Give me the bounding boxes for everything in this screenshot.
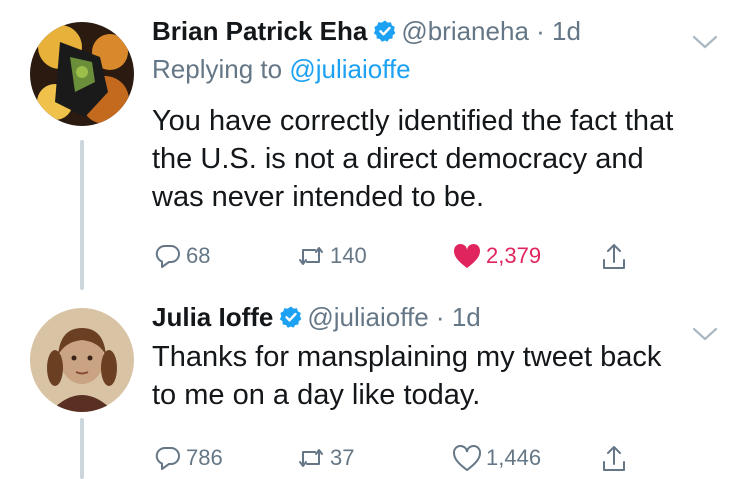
like-button[interactable]: 2,379	[452, 242, 541, 270]
handle[interactable]: @juliaioffe	[307, 302, 428, 332]
tweet-text: Thanks for mansplaining my tweet back to…	[152, 338, 730, 414]
avatar[interactable]	[30, 22, 134, 126]
tweet-brian[interactable]: Brian Patrick Eha @brianeha · 1d Replying…	[0, 0, 750, 290]
replying-to-link[interactable]: @juliaioffe	[289, 54, 410, 84]
tweet-header: Brian Patrick Eha @brianeha · 1d	[152, 16, 730, 54]
reply-icon	[155, 244, 180, 268]
retweet-count: 37	[330, 445, 355, 470]
tweet-text-line: Thanks for mansplaining my tweet back	[152, 341, 662, 373]
share-icon	[603, 446, 625, 471]
like-icon	[453, 243, 481, 268]
reply-button[interactable]: 68	[154, 242, 210, 270]
tweet-actions: 68 140 2,379	[152, 242, 730, 276]
tweet-julia[interactable]: Julia Ioffe @juliaioffe · 1d Thanks for m…	[0, 290, 750, 479]
replying-to: Replying to @juliaioffe	[152, 54, 730, 94]
share-button[interactable]	[600, 444, 628, 474]
like-count: 1,446	[486, 445, 542, 470]
tweet-text: You have correctly identified the fact t…	[152, 102, 730, 216]
like-button[interactable]: 1,446	[452, 444, 541, 472]
retweet-icon	[299, 247, 323, 265]
timestamp[interactable]: 1d	[552, 16, 581, 46]
share-icon	[603, 244, 625, 269]
verified-icon	[373, 19, 397, 50]
separator-dot: ·	[536, 16, 545, 46]
separator-dot: ·	[435, 302, 445, 332]
chevron-down-icon[interactable]	[692, 26, 718, 57]
reply-icon	[155, 446, 180, 470]
replying-to-label: Replying to	[152, 54, 283, 84]
avatar[interactable]	[30, 308, 134, 412]
like-icon	[453, 445, 481, 472]
timestamp[interactable]: 1d	[452, 302, 481, 332]
retweet-button[interactable]: 140	[296, 242, 367, 270]
tweet-text-line: You have correctly identified the fact t…	[152, 105, 674, 137]
retweet-count: 140	[330, 243, 367, 268]
tweet-text-line: the U.S. is not a direct democracy and	[152, 143, 644, 175]
display-name[interactable]: Julia Ioffe	[152, 302, 273, 332]
tweet-header: Julia Ioffe @juliaioffe · 1d	[152, 302, 730, 341]
display-name[interactable]: Brian Patrick Eha	[152, 16, 367, 46]
reply-count: 68	[186, 243, 211, 268]
retweet-icon	[299, 449, 323, 467]
tweet-actions: 786 37 1,446	[152, 444, 730, 478]
like-count: 2,379	[486, 243, 542, 268]
reply-button[interactable]: 786	[154, 444, 223, 472]
tweet-text-line: was never intended to be.	[152, 181, 485, 213]
retweet-button[interactable]: 37	[296, 444, 354, 472]
share-button[interactable]	[600, 242, 628, 272]
tweet-text-line: to me on a day like today.	[152, 379, 481, 411]
chevron-down-icon[interactable]	[692, 318, 718, 349]
reply-count: 786	[186, 445, 223, 470]
handle[interactable]: @brianeha	[401, 16, 529, 46]
verified-icon	[279, 305, 303, 336]
